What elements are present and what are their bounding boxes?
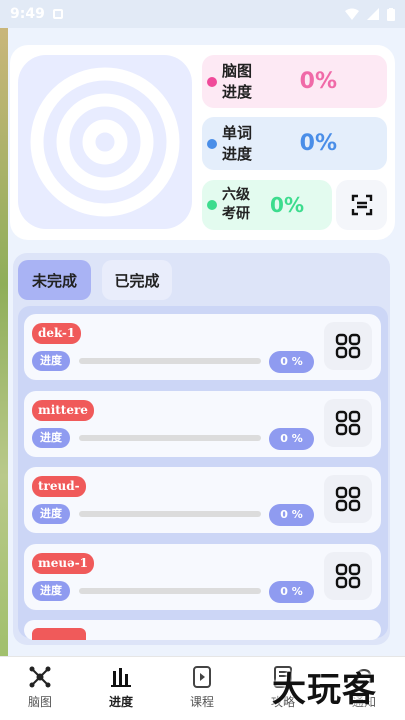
word-progress-value: 0% — [299, 131, 337, 156]
grid-button[interactable] — [324, 552, 372, 600]
nav-progress[interactable]: 进度 — [91, 665, 151, 710]
target-icon — [30, 67, 180, 217]
mindmap-icon — [29, 666, 51, 688]
progress-percent: 0 % — [269, 351, 314, 373]
scan-button[interactable] — [336, 180, 387, 230]
progress-bar — [79, 588, 261, 594]
mindmap-progress-value: 0% — [299, 69, 337, 94]
mindmap-dot — [207, 76, 217, 87]
scan-icon — [351, 194, 372, 216]
progress-bar — [79, 511, 261, 517]
nav-label: 课程 — [189, 695, 214, 709]
wifi-icon — [345, 8, 359, 20]
tab-complete[interactable]: 已完成 — [102, 260, 172, 300]
list-item[interactable]: mittere 进度 0 % — [24, 391, 381, 457]
progress-percent: 0 % — [269, 504, 314, 526]
cet6-progress-value: 0% — [270, 193, 304, 217]
chart-icon — [111, 668, 131, 687]
play-icon — [193, 666, 211, 688]
grid-button[interactable] — [324, 322, 372, 370]
status-bar: 9:49 — [0, 0, 405, 28]
root-tag: treud- — [32, 476, 86, 497]
grid-button[interactable] — [324, 399, 372, 447]
cet6-dot — [207, 200, 217, 210]
grid-button[interactable] — [324, 475, 372, 523]
nav-course[interactable]: 课程 — [172, 665, 232, 710]
battery-icon — [387, 7, 395, 21]
grid-icon — [335, 410, 361, 436]
root-tag: meuə-1 — [32, 553, 95, 574]
background-strip — [0, 28, 8, 668]
nav-label: 进度 — [108, 695, 133, 709]
notification-icon — [52, 9, 63, 19]
watermark-text: 大玩客 — [272, 670, 377, 710]
word-progress-stat: 单词 进度 0% — [202, 117, 387, 170]
tab-incomplete[interactable]: 未完成 — [18, 260, 91, 300]
status-time: 9:49 — [10, 6, 45, 22]
cet6-progress-label: 六级 考研 — [222, 187, 250, 222]
progress-label: 进度 — [32, 351, 70, 371]
cet6-progress-stat: 六级 考研 0% — [202, 180, 332, 230]
list-item[interactable]: meuə-1 进度 0 % — [24, 544, 381, 610]
nav-mindmap[interactable]: 脑图 — [10, 665, 70, 710]
progress-label: 进度 — [32, 504, 70, 524]
progress-bar — [79, 358, 261, 364]
signal-icon — [367, 8, 379, 20]
mindmap-progress-label: 脑图 进度 — [222, 61, 253, 101]
progress-label: 进度 — [32, 581, 70, 601]
progress-percent: 0 % — [269, 581, 314, 603]
grid-icon — [335, 333, 361, 359]
list-item[interactable] — [24, 620, 381, 640]
mindmap-progress-stat: 脑图 进度 0% — [202, 55, 387, 108]
root-tag: dek-1 — [32, 323, 82, 344]
target-graphic — [18, 55, 192, 229]
progress-percent: 0 % — [269, 428, 314, 450]
grid-icon — [335, 486, 361, 512]
nav-label: 脑图 — [27, 695, 52, 709]
progress-label: 进度 — [32, 428, 70, 448]
grid-icon — [335, 563, 361, 589]
word-dot — [207, 138, 217, 149]
list-item[interactable]: dek-1 进度 0 % — [24, 314, 381, 380]
list-item[interactable]: treud- 进度 0 % — [24, 467, 381, 533]
word-progress-label: 单词 进度 — [222, 123, 253, 163]
root-tag — [32, 628, 86, 640]
progress-bar — [79, 435, 261, 441]
root-tag: mittere — [32, 400, 94, 421]
